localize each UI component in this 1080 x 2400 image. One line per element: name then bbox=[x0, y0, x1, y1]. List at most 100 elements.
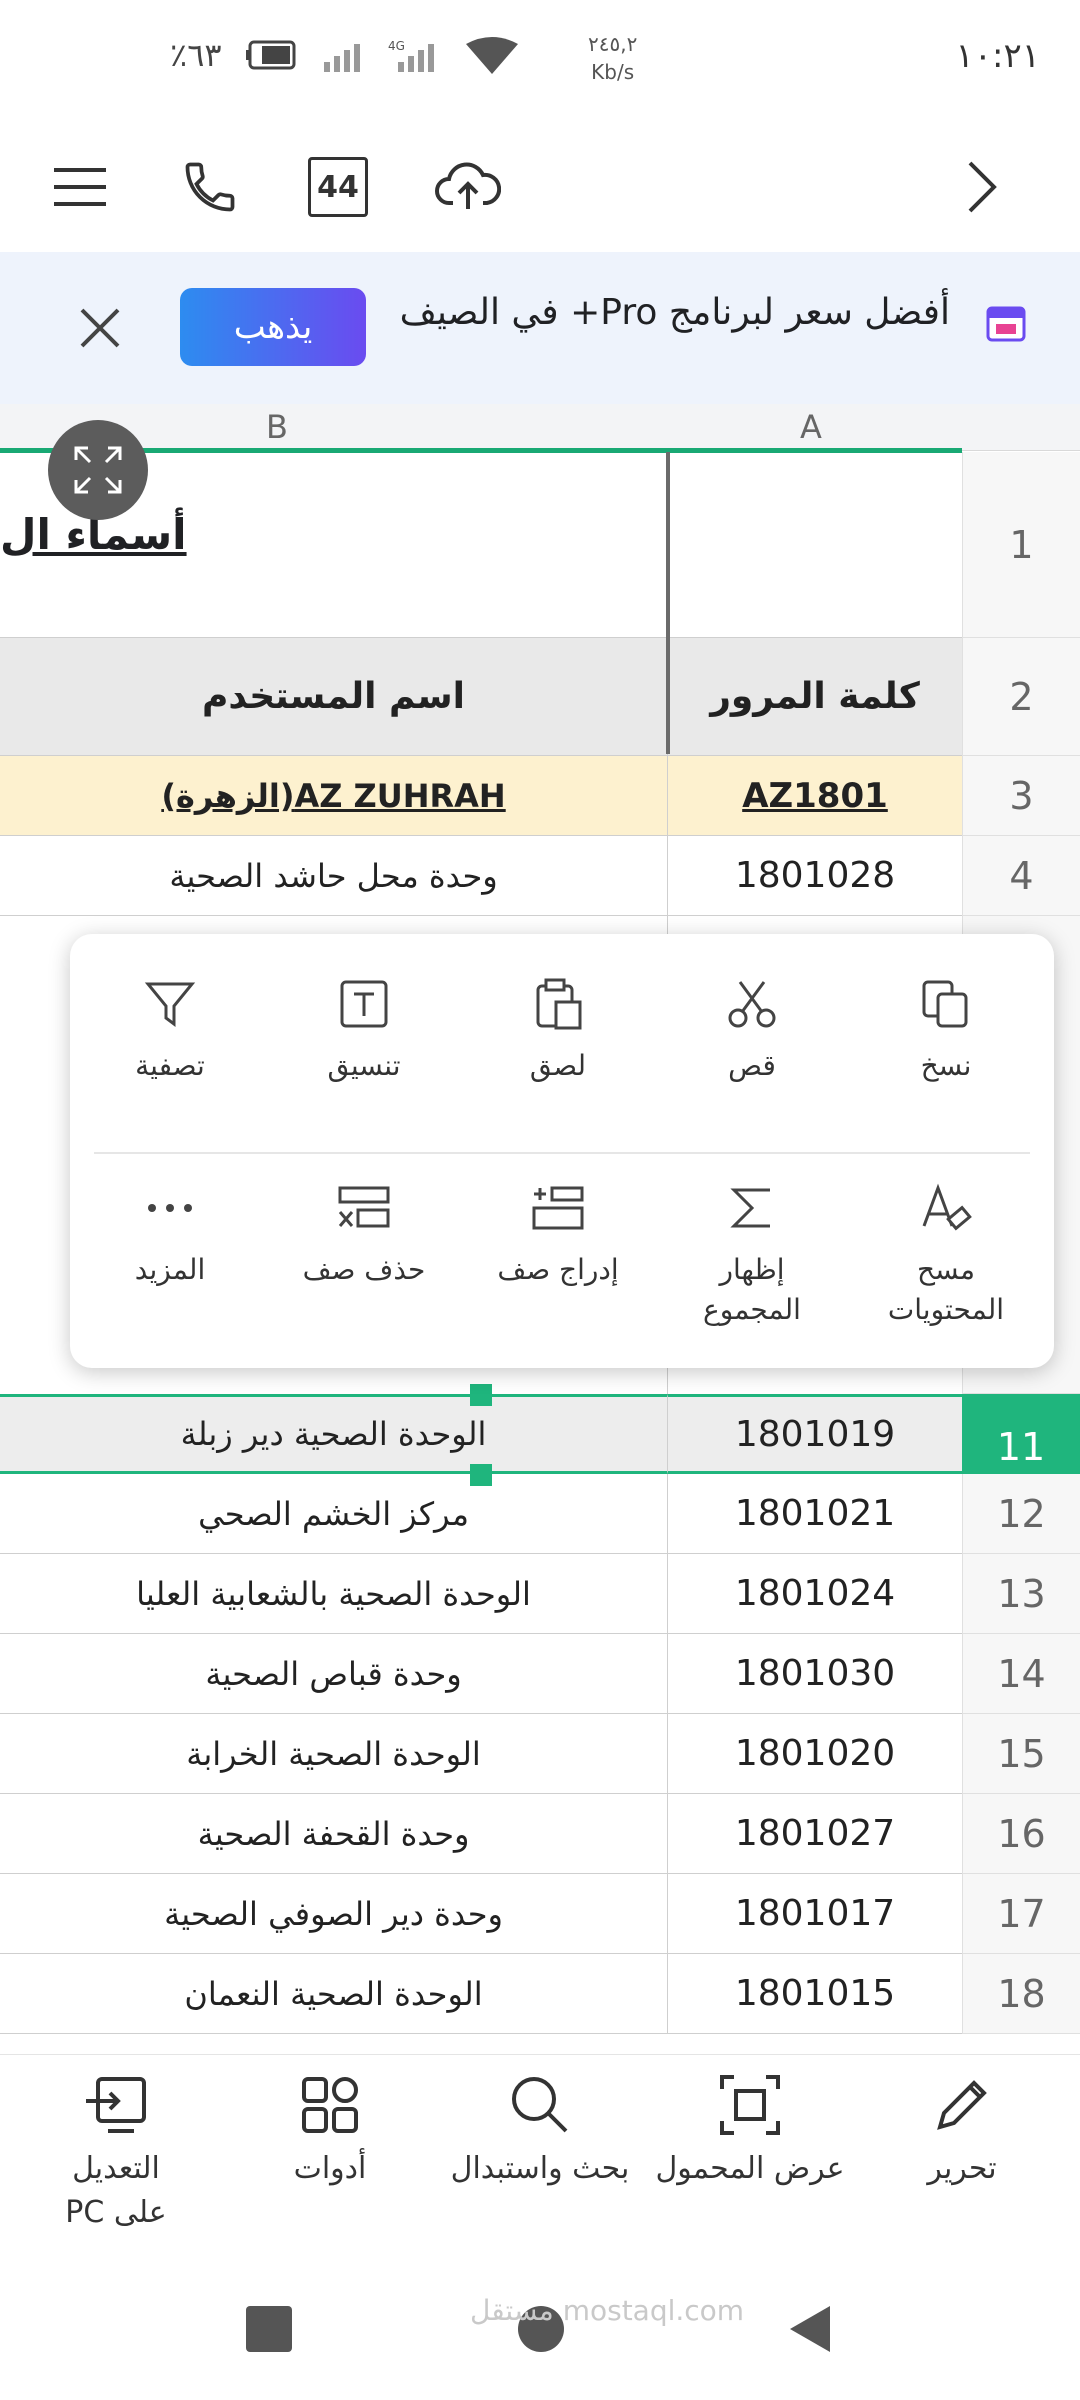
menu-copy-label: نسخ bbox=[920, 1049, 972, 1082]
cell-a3[interactable]: AZ1801 bbox=[668, 756, 962, 836]
mobile-view-label: عرض المحمول bbox=[655, 2151, 845, 2186]
menu-format-label: تنسيق bbox=[327, 1049, 401, 1082]
menu-cut[interactable]: قص bbox=[662, 974, 842, 1086]
cell-b12[interactable]: مركز الخشم الصحي bbox=[0, 1474, 668, 1554]
menu-delete-row[interactable]: حذف صف bbox=[274, 1178, 454, 1290]
promo-banner: يذهب أفضل سعر لبرنامج Pro+ في الصيف bbox=[0, 252, 1080, 404]
svg-text:4G: 4G bbox=[388, 39, 405, 53]
cell-a13[interactable]: 1801024 bbox=[668, 1554, 962, 1634]
go-button[interactable]: يذهب bbox=[180, 288, 366, 366]
pc-transfer-icon bbox=[86, 2077, 146, 2133]
column-header-bar: B A bbox=[0, 404, 1080, 451]
row-header[interactable]: 4 bbox=[962, 836, 1080, 916]
scissors-icon bbox=[722, 974, 782, 1034]
menu-more-label: المزيد bbox=[134, 1253, 206, 1286]
cell-b11[interactable]: الوحدة الصحية دير زبلة bbox=[0, 1394, 668, 1474]
column-header-a[interactable]: A bbox=[800, 408, 822, 446]
row-header[interactable]: 15 bbox=[962, 1714, 1080, 1794]
find-replace-label: بحث واستبدال bbox=[450, 2151, 630, 2186]
fullscreen-button[interactable] bbox=[48, 420, 148, 520]
row-header[interactable]: 14 bbox=[962, 1634, 1080, 1714]
cell-a17[interactable]: 1801017 bbox=[668, 1874, 962, 1954]
wifi-icon bbox=[462, 36, 522, 80]
menu-insert-row[interactable]: إدراج صف bbox=[468, 1178, 648, 1290]
watermark: مستقل mostaql.com bbox=[470, 2294, 745, 2327]
selection-handle-top[interactable] bbox=[470, 1384, 492, 1406]
back-icon[interactable] bbox=[786, 2304, 832, 2358]
menu-show-sum[interactable]: إظهار المجموع bbox=[662, 1178, 842, 1330]
phone-icon[interactable] bbox=[170, 147, 250, 227]
menu-filter[interactable]: تصفية bbox=[80, 974, 260, 1086]
menu-clear-contents[interactable]: مسح المحتويات bbox=[856, 1178, 1036, 1330]
menu-copy[interactable]: نسخ bbox=[856, 974, 1036, 1086]
cell-b15[interactable]: الوحدة الصحية الخرابة bbox=[0, 1714, 668, 1794]
cell-a14[interactable]: 1801030 bbox=[668, 1634, 962, 1714]
row-header[interactable]: 3 bbox=[962, 756, 1080, 836]
cell-b3[interactable]: AZ ZUHRAH(الزهرة) bbox=[0, 756, 668, 836]
row-header[interactable]: 18 bbox=[962, 1954, 1080, 2034]
copy-icon bbox=[916, 974, 976, 1034]
cell-a4[interactable]: 1801028 bbox=[668, 836, 962, 916]
cell-b18[interactable]: الوحدة الصحية النعمان bbox=[0, 1954, 668, 2034]
menu-icon[interactable] bbox=[40, 147, 120, 227]
clipboard-icon bbox=[528, 974, 588, 1034]
cell-a16[interactable]: 1801027 bbox=[668, 1794, 962, 1874]
tools-button[interactable]: أدوات bbox=[220, 2073, 440, 2191]
header-username[interactable]: اسم المستخدم bbox=[0, 638, 668, 756]
row-header[interactable]: 17 bbox=[962, 1874, 1080, 1954]
row-header[interactable]: 1 bbox=[962, 452, 1080, 638]
cell-b17[interactable]: وحدة دير الصوفي الصحية bbox=[0, 1874, 668, 1954]
mobile-view-button[interactable]: عرض المحمول bbox=[640, 2073, 860, 2191]
cell-b13[interactable]: الوحدة الصحية بالشعابية العليا bbox=[0, 1554, 668, 1634]
menu-filter-label: تصفية bbox=[135, 1049, 205, 1082]
header-password[interactable]: كلمة المرور bbox=[668, 638, 962, 756]
cloud-upload-icon[interactable] bbox=[428, 147, 508, 227]
filter-icon bbox=[140, 974, 200, 1034]
grid-tools-icon bbox=[302, 2077, 358, 2133]
menu-delete-label: حذف صف bbox=[302, 1253, 426, 1286]
row-header[interactable]: 16 bbox=[962, 1794, 1080, 1874]
row-header[interactable]: 12 bbox=[962, 1474, 1080, 1554]
status-time: ١٠:٢١ bbox=[955, 36, 1040, 76]
cell-a1[interactable] bbox=[668, 452, 962, 638]
chevron-right-icon[interactable] bbox=[942, 147, 1022, 227]
tab-count: 44 bbox=[308, 157, 368, 217]
column-header-b[interactable]: B bbox=[266, 408, 288, 446]
speed-unit: Kb/s bbox=[591, 60, 635, 84]
edit-label: تحرير bbox=[927, 2151, 997, 2186]
expand-icon bbox=[74, 446, 122, 494]
speed-value: ٢٤٥,٢ bbox=[588, 32, 638, 56]
battery-icon bbox=[246, 40, 298, 74]
recents-icon[interactable] bbox=[246, 2306, 292, 2352]
tools-label: أدوات bbox=[293, 2151, 367, 2186]
cell-a12[interactable]: 1801021 bbox=[668, 1474, 962, 1554]
menu-sum-label: إظهار المجموع bbox=[703, 1253, 801, 1326]
signal-icon bbox=[322, 38, 366, 78]
status-bar: ١٠:٢١ ٪٦٣ 4G ٢٤٥,٢ Kb/s bbox=[0, 0, 1080, 120]
cell-b16[interactable]: وحدة القحفة الصحية bbox=[0, 1794, 668, 1874]
menu-insert-label: إدراج صف bbox=[497, 1253, 619, 1286]
edit-on-pc-button[interactable]: التعديل على PC bbox=[6, 2073, 226, 2235]
edit-button[interactable]: تحرير bbox=[852, 2073, 1072, 2191]
cell-a11[interactable]: 1801019 bbox=[668, 1394, 962, 1474]
row-number: 11 bbox=[996, 1425, 1046, 1469]
toolbar: 44 bbox=[0, 125, 1080, 250]
close-icon[interactable] bbox=[68, 296, 132, 360]
row-header[interactable]: 13 bbox=[962, 1554, 1080, 1634]
menu-format[interactable]: تنسيق bbox=[274, 974, 454, 1086]
tab-count-icon[interactable]: 44 bbox=[298, 147, 378, 227]
menu-paste[interactable]: لصق bbox=[468, 974, 648, 1086]
find-replace-button[interactable]: بحث واستبدال bbox=[430, 2073, 650, 2191]
clear-format-icon bbox=[916, 1178, 976, 1238]
cell-b4[interactable]: وحدة محل حاشد الصحية bbox=[0, 836, 668, 916]
network-speed: ٢٤٥,٢ Kb/s bbox=[588, 30, 637, 86]
system-nav-bar: مستقل mostaql.com bbox=[0, 2254, 1080, 2400]
cell-b14[interactable]: وحدة قباص الصحية bbox=[0, 1634, 668, 1714]
cell-a18[interactable]: 1801015 bbox=[668, 1954, 962, 2034]
row-header[interactable]: 2 bbox=[962, 638, 1080, 756]
cell-a15[interactable]: 1801020 bbox=[668, 1714, 962, 1794]
calendar-icon bbox=[984, 300, 1028, 344]
menu-clear-label: مسح المحتويات bbox=[887, 1253, 1005, 1326]
battery-percent: ٪٦٣ bbox=[170, 36, 222, 74]
menu-more[interactable]: المزيد bbox=[80, 1178, 260, 1290]
